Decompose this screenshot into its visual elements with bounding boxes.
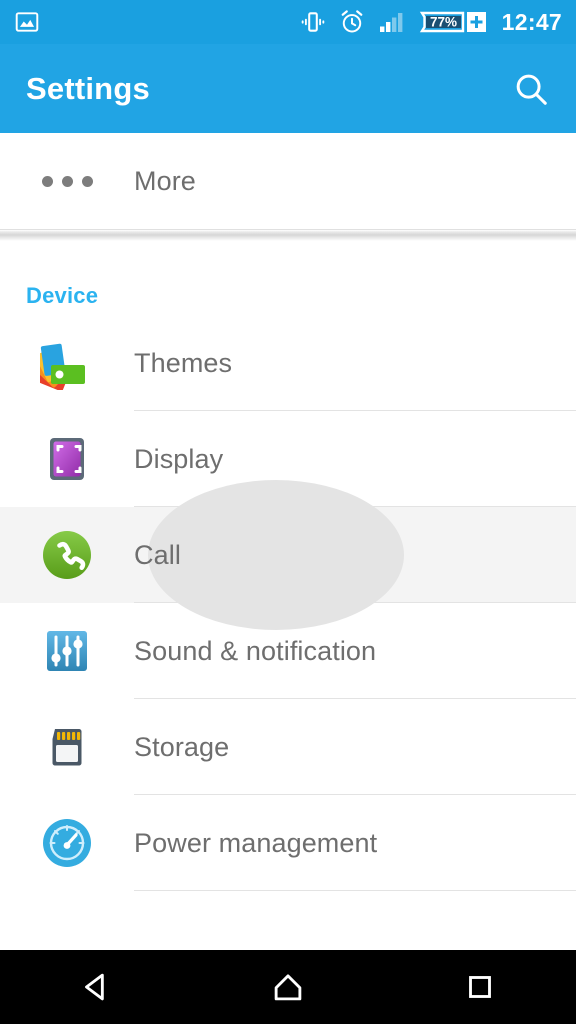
settings-row-more[interactable]: More xyxy=(0,133,576,229)
navigation-bar xyxy=(0,950,576,1024)
signal-icon xyxy=(378,9,406,35)
power-gauge-icon xyxy=(0,816,134,870)
settings-row-label: Display xyxy=(134,443,224,474)
back-triangle-icon xyxy=(85,973,104,1001)
settings-row-label: More xyxy=(134,165,196,196)
settings-row-sound-notification[interactable]: Sound & notification xyxy=(0,603,576,699)
status-bar: 77% 12:47 xyxy=(0,0,576,44)
settings-row-label: Power management xyxy=(134,827,378,858)
section-header-label: Device xyxy=(26,283,99,308)
status-bar-system-icons: 77% 12:47 xyxy=(300,8,576,36)
settings-row-call[interactable]: Call xyxy=(0,480,576,630)
alarm-icon xyxy=(339,9,365,35)
settings-row-label: Themes xyxy=(134,347,233,378)
storage-sdcard-icon xyxy=(0,720,134,774)
row-divider xyxy=(134,890,576,891)
call-phone-icon xyxy=(0,528,134,582)
settings-row-themes[interactable]: Themes xyxy=(0,315,576,411)
sound-sliders-icon xyxy=(0,624,134,678)
back-button[interactable] xyxy=(48,950,144,1024)
android-settings-screen: 77% 12:47 Settings More Device Themes Di… xyxy=(0,0,576,1024)
settings-row-label: Call xyxy=(134,539,181,570)
page-title: Settings xyxy=(26,70,150,106)
vibrate-icon xyxy=(300,9,326,35)
settings-row-label: Storage xyxy=(134,731,230,762)
settings-row-storage[interactable]: Storage xyxy=(0,699,576,795)
settings-row-power-management[interactable]: Power management xyxy=(0,795,576,891)
recents-square-icon xyxy=(469,976,491,998)
status-bar-clock: 12:47 xyxy=(501,8,562,35)
status-bar-notifications xyxy=(0,9,40,35)
more-dots-icon xyxy=(0,175,134,187)
recents-button[interactable] xyxy=(432,950,528,1024)
action-bar-actions xyxy=(512,70,576,108)
action-bar: Settings xyxy=(0,44,576,133)
settings-row-label: Sound & notification xyxy=(134,635,377,666)
search-icon[interactable] xyxy=(512,70,550,108)
section-header-device: Device xyxy=(0,241,576,315)
settings-row-display[interactable]: Display xyxy=(0,411,576,507)
battery-icon: 77% xyxy=(419,8,487,36)
display-icon xyxy=(0,432,134,486)
settings-list[interactable]: More Device Themes Display Call Sound & … xyxy=(0,133,576,950)
battery-percent-label: 77% xyxy=(430,15,457,30)
themes-palette-icon xyxy=(0,336,134,390)
image-notification-icon xyxy=(14,9,40,35)
section-separator xyxy=(0,229,576,241)
home-button[interactable] xyxy=(240,950,336,1024)
home-icon xyxy=(274,974,302,1001)
